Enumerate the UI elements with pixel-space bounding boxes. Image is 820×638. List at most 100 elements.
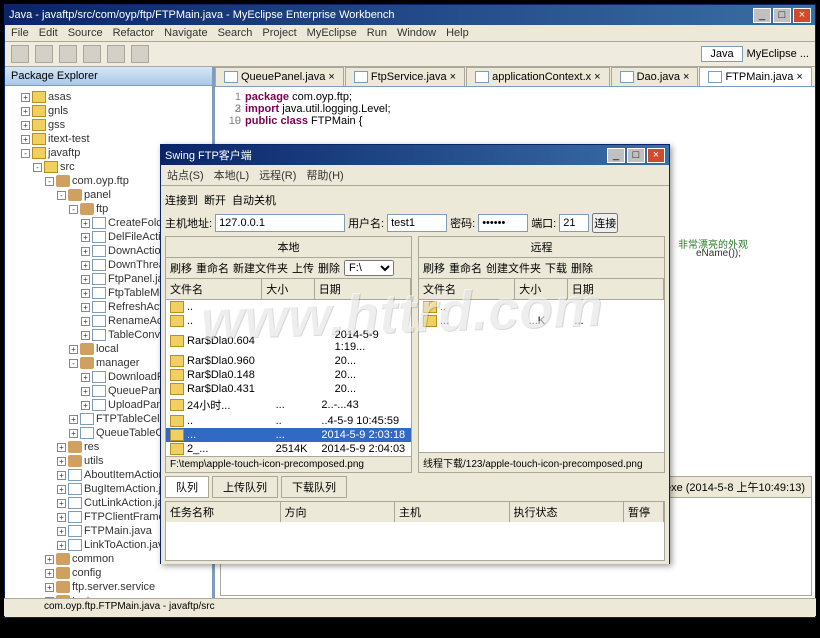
expand-icon[interactable]: + — [81, 387, 90, 396]
editor-tab[interactable]: Dao.java× — [611, 67, 699, 86]
file-row[interactable]: Rar$Dla0.6042014-5-9 1:19... — [166, 328, 411, 354]
editor-tab[interactable]: applicationContext.x× — [466, 67, 610, 86]
remote-tb-btn[interactable]: 重命名 — [449, 260, 482, 276]
remote-tb-btn[interactable]: 删除 — [571, 260, 593, 276]
close-button[interactable]: × — [793, 8, 811, 23]
expand-icon[interactable]: + — [57, 541, 66, 550]
remote-tb-btn[interactable]: 刷移 — [423, 260, 445, 276]
expand-icon[interactable]: + — [57, 485, 66, 494]
auto-shutdown-link[interactable]: 自动关机 — [232, 192, 276, 208]
expand-icon[interactable]: + — [81, 247, 90, 256]
expand-icon[interactable]: + — [57, 527, 66, 536]
ftp-menu-item[interactable]: 帮助(H) — [306, 167, 343, 183]
file-row[interactable]: 24小时......2..-...43 — [166, 396, 411, 414]
local-tb-btn[interactable]: 上传 — [292, 260, 314, 276]
tree-node[interactable]: +asas — [9, 90, 208, 104]
expand-icon[interactable]: + — [57, 513, 66, 522]
close-icon[interactable]: × — [328, 71, 334, 83]
remote-file-list[interactable]: ........K... — [419, 300, 664, 452]
remote-tb-btn[interactable]: 创建文件夹 — [486, 260, 541, 276]
local-tb-btn[interactable]: 新建文件夹 — [233, 260, 288, 276]
file-row[interactable]: ......4-5-9 10:45:59 — [166, 414, 411, 428]
col-date[interactable]: 日期 — [315, 279, 411, 299]
drive-select[interactable]: F:\ — [344, 260, 394, 276]
ftp-maximize-button[interactable]: □ — [627, 148, 645, 163]
expand-icon[interactable]: + — [81, 401, 90, 410]
tree-node[interactable]: +config — [9, 566, 208, 580]
local-tb-btn[interactable]: 重命名 — [196, 260, 229, 276]
menu-myeclipse[interactable]: MyEclipse — [307, 27, 357, 39]
expand-icon[interactable]: + — [81, 373, 90, 382]
expand-icon[interactable]: + — [81, 289, 90, 298]
expand-icon[interactable]: + — [21, 121, 30, 130]
col-size[interactable]: 大小 — [262, 279, 315, 299]
col-name[interactable]: 文件名 — [166, 279, 262, 299]
minimize-button[interactable]: _ — [753, 8, 771, 23]
menu-edit[interactable]: Edit — [39, 27, 58, 39]
menu-file[interactable]: File — [11, 27, 29, 39]
tree-node[interactable]: +gss — [9, 118, 208, 132]
menu-project[interactable]: Project — [262, 27, 296, 39]
toolbar-button[interactable] — [131, 45, 149, 63]
tree-node[interactable]: +gnls — [9, 104, 208, 118]
expand-icon[interactable]: + — [69, 345, 78, 354]
toolbar-button[interactable] — [35, 45, 53, 63]
menu-window[interactable]: Window — [397, 27, 436, 39]
file-row[interactable]: Rar$Dla0.43120... — [166, 382, 411, 396]
connect-link[interactable]: 连接到 — [165, 192, 198, 208]
tree-node[interactable]: +ftp.server.service — [9, 580, 208, 594]
queue-tab[interactable]: 下载队列 — [281, 476, 347, 498]
toolbar-button[interactable] — [83, 45, 101, 63]
expand-icon[interactable]: - — [69, 205, 78, 214]
pass-input[interactable] — [478, 214, 528, 232]
editor-tab[interactable]: FtpService.java× — [345, 67, 465, 86]
file-row[interactable]: ......2014-5-9 2:03:18 — [166, 428, 411, 442]
expand-icon[interactable]: + — [81, 261, 90, 270]
menu-refactor[interactable]: Refactor — [113, 27, 155, 39]
file-row[interactable]: .. — [166, 314, 411, 328]
editor-tab[interactable]: FTPMain.java× — [699, 67, 811, 86]
expand-icon[interactable]: + — [45, 569, 54, 578]
toolbar-button[interactable] — [107, 45, 125, 63]
queue-col[interactable]: 执行状态 — [510, 502, 625, 522]
expand-icon[interactable]: + — [57, 471, 66, 480]
file-row[interactable]: Rar$Dla0.14820... — [166, 368, 411, 382]
menu-help[interactable]: Help — [446, 27, 469, 39]
file-row[interactable]: .. — [419, 300, 664, 314]
col-name[interactable]: 文件名 — [419, 279, 515, 299]
expand-icon[interactable]: + — [21, 135, 30, 144]
expand-icon[interactable]: + — [45, 555, 54, 564]
ftp-titlebar[interactable]: Swing FTP客户端 _ □ × — [161, 145, 669, 165]
expand-icon[interactable]: + — [81, 331, 90, 340]
menu-navigate[interactable]: Navigate — [164, 27, 207, 39]
queue-tab[interactable]: 队列 — [165, 476, 209, 498]
editor-tab[interactable]: QueuePanel.java× — [215, 67, 344, 86]
expand-icon[interactable]: - — [57, 191, 66, 200]
ftp-minimize-button[interactable]: _ — [607, 148, 625, 163]
col-size[interactable]: 大小 — [515, 279, 568, 299]
expand-icon[interactable]: - — [69, 359, 78, 368]
ftp-menu-item[interactable]: 站点(S) — [167, 167, 204, 183]
expand-icon[interactable]: + — [45, 583, 54, 592]
toolbar-button[interactable] — [11, 45, 29, 63]
expand-icon[interactable]: + — [57, 499, 66, 508]
file-row[interactable]: 2_...2514K2014-5-9 2:04:03 — [166, 442, 411, 456]
expand-icon[interactable]: + — [69, 429, 78, 438]
expand-icon[interactable]: + — [81, 317, 90, 326]
expand-icon[interactable]: + — [81, 233, 90, 242]
queue-tab[interactable]: 上传队列 — [212, 476, 278, 498]
remote-tb-btn[interactable]: 下载 — [545, 260, 567, 276]
col-date[interactable]: 日期 — [568, 279, 664, 299]
toolbar-button[interactable] — [59, 45, 77, 63]
expand-icon[interactable]: - — [45, 177, 54, 186]
perspective-java[interactable]: Java — [701, 46, 742, 62]
host-input[interactable] — [215, 214, 345, 232]
ftp-close-button[interactable]: × — [647, 148, 665, 163]
code-editor[interactable]: 1package com.oyp.ftp;23import java.util.… — [215, 87, 815, 131]
expand-icon[interactable]: + — [21, 107, 30, 116]
expand-icon[interactable]: + — [81, 219, 90, 228]
expand-icon[interactable]: + — [81, 303, 90, 312]
local-tb-btn[interactable]: 刷移 — [170, 260, 192, 276]
expand-icon[interactable]: + — [81, 275, 90, 284]
local-tb-btn[interactable]: 删除 — [318, 260, 340, 276]
